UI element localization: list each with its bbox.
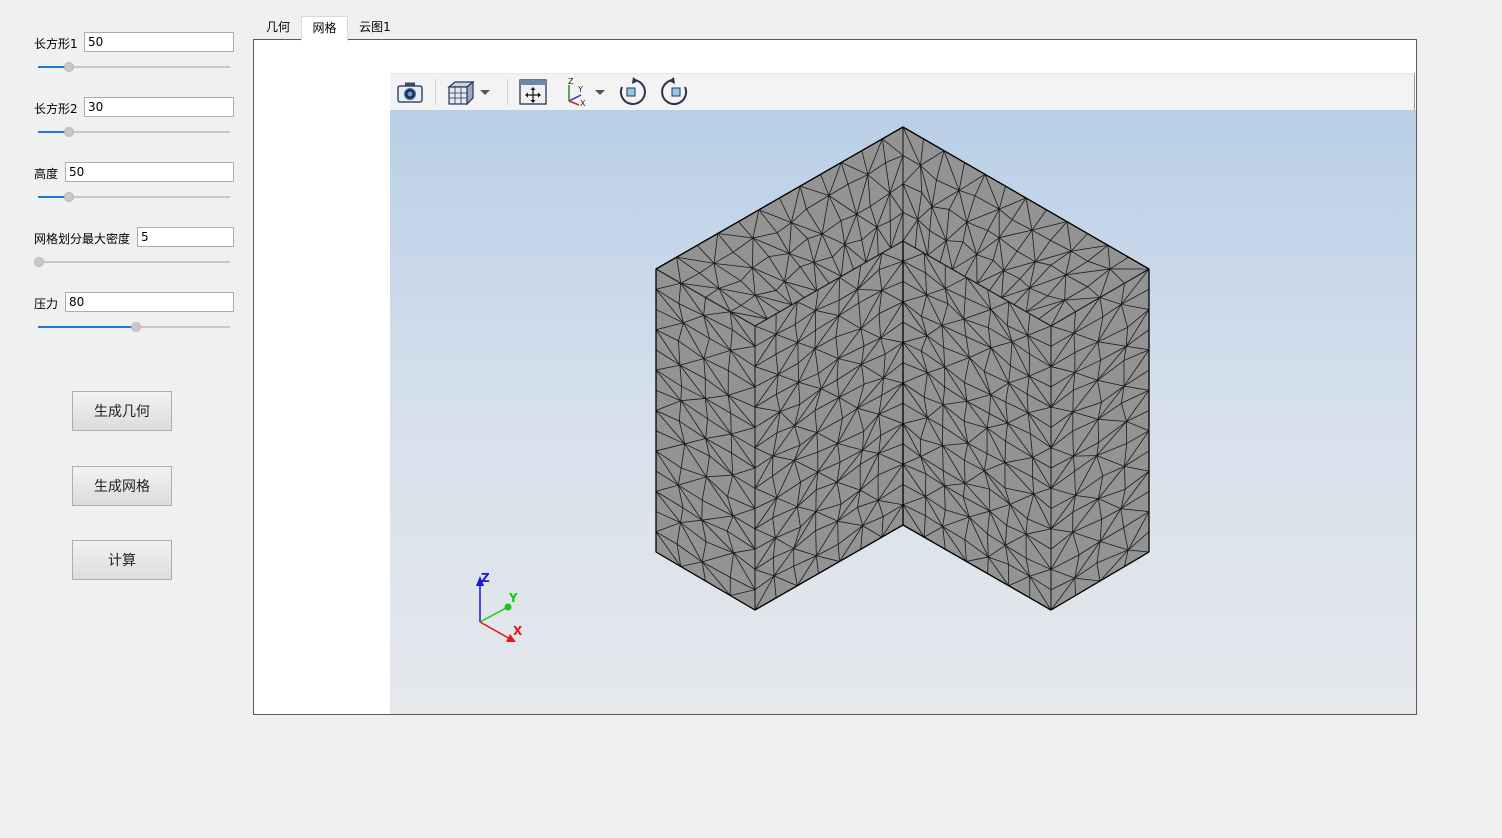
svg-text:Y: Y [577,85,583,94]
tab-contour[interactable]: 云图1 [352,16,398,40]
slider-track [38,261,230,263]
tab-geometry[interactable]: 几何 [256,16,300,40]
generate-geometry-button[interactable]: 生成几何 [72,391,172,431]
rotate-counterclockwise-icon[interactable] [657,77,691,107]
slider-handle[interactable] [130,322,141,332]
height-input[interactable] [65,162,234,182]
pressure-label: 压力 [34,297,59,311]
axis-y-label: Y [508,591,518,605]
fit-all-icon[interactable] [516,77,550,107]
camera-icon[interactable] [393,77,427,107]
height-slider[interactable] [38,190,230,204]
axis-z-label: Z [481,571,490,585]
tab-mesh[interactable]: 网格 [301,16,348,41]
mesh-model [655,126,1150,611]
rect1-label: 长方形1 [34,37,78,51]
toolbar-separator [435,79,436,105]
rect1-slider[interactable] [38,60,230,74]
axis-triad: Z Y X [476,571,523,642]
pressure-input[interactable] [65,292,234,312]
slider-handle[interactable] [64,192,75,202]
pressure-slider[interactable] [38,320,230,334]
slider-fill [38,326,136,328]
svg-text:X: X [580,99,586,107]
rect2-input[interactable] [84,97,234,117]
rect2-slider[interactable] [38,125,230,139]
height-label: 高度 [34,167,59,181]
toolbar-separator [507,79,508,105]
axis-orientation-icon[interactable]: Z Y X [562,77,610,107]
mesh-density-slider[interactable] [34,255,230,269]
axis-x-label: X [513,624,523,638]
mesh-viewer: Z Y X Z Y X [390,73,1416,714]
rotate-clockwise-icon[interactable] [616,77,650,107]
compute-button[interactable]: 计算 [72,540,172,580]
render-canvas[interactable]: Z Y X [390,110,1416,714]
mesh-density-label: 网格划分最大密度 [34,232,131,246]
generate-mesh-button[interactable]: 生成网格 [72,466,172,506]
slider-handle[interactable] [64,62,75,72]
svg-text:Z: Z [568,77,574,86]
view-cube-icon[interactable] [444,77,496,107]
rect1-input[interactable] [84,32,234,52]
viewer-toolbar: Z Y X [390,73,1415,111]
rect2-label: 长方形2 [34,102,78,116]
mesh-density-input[interactable] [137,227,234,247]
slider-handle[interactable] [34,257,44,267]
slider-handle[interactable] [64,127,75,137]
